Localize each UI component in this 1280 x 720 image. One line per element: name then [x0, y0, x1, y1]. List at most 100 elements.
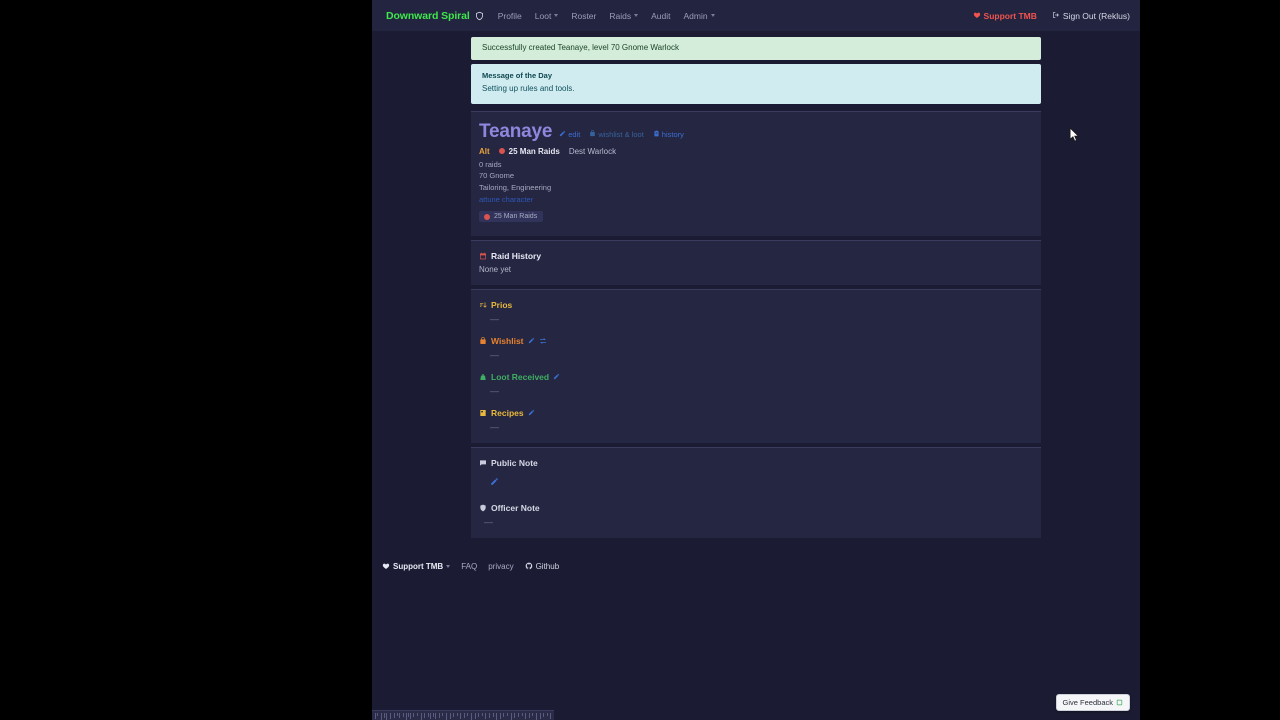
wishlist-body: —: [490, 349, 500, 360]
motd-body: Setting up rules and tools.: [482, 83, 575, 93]
comment-icon: [479, 459, 487, 467]
character-meta-row: Alt 25 Man Raids Dest Warlock: [479, 147, 1033, 156]
chevron-down-icon: [554, 14, 559, 17]
github-icon: [525, 562, 533, 572]
motd-title: Message of the Day: [482, 70, 553, 80]
shield-icon: [479, 504, 487, 512]
nav-links: Profile Loot Roster Raids Audit Admin: [498, 11, 715, 21]
raid-history-title: Raid History: [491, 250, 542, 261]
calendar-icon: [479, 252, 487, 260]
brand-logo[interactable]: Downward Spiral: [386, 10, 484, 22]
level-race: 70 Gnome: [479, 171, 515, 181]
chevron-down-icon: [446, 565, 451, 569]
public-note-edit-icon[interactable]: [479, 473, 1033, 491]
nav-item-label: Raids: [609, 10, 632, 21]
character-header-card: Teanaye edit wishlist & loot history Alt…: [471, 110, 1041, 236]
nav-right-group: Support TMB Sign Out (Reklus): [973, 11, 1130, 21]
prios-heading: Prios: [479, 300, 1033, 310]
pencil-icon: [559, 130, 566, 139]
support-tmb-link[interactable]: Support TMB: [973, 11, 1037, 21]
give-feedback-label: Give Feedback: [1062, 698, 1113, 707]
chevron-down-icon: [634, 14, 639, 17]
wishlist-section: Wishlist —: [479, 336, 1033, 360]
prios-body: —: [490, 313, 500, 324]
nav-item-label: Admin: [683, 10, 708, 21]
book-icon: [479, 409, 487, 417]
raid-history-heading: Raid History: [479, 251, 1033, 261]
backpack-icon: [479, 336, 487, 345]
public-note-title: Public Note: [491, 457, 538, 468]
wishlist-heading: Wishlist: [479, 336, 1033, 346]
loot-received-section: Loot Received —: [479, 372, 1033, 396]
professions: Tailoring, Engineering: [479, 182, 552, 192]
wishlist-loot-link[interactable]: wishlist & loot: [589, 129, 644, 139]
nav-item-label: Loot: [534, 10, 552, 21]
mouse-cursor: [1069, 127, 1080, 142]
raid-count: 0 raids: [479, 159, 502, 169]
page-footer: Support TMB FAQ privacy Github: [372, 562, 1140, 572]
wishlist-edit-icon[interactable]: [528, 337, 535, 344]
nav-item-label: Roster: [571, 10, 597, 21]
motd-alert: Message of the Day Setting up rules and …: [471, 63, 1041, 104]
raid-group-dot-icon: [498, 148, 505, 155]
prios-section: Prios —: [479, 300, 1033, 324]
wishlist-loot-label: wishlist & loot: [598, 129, 644, 139]
footer-privacy-link[interactable]: privacy: [488, 562, 513, 571]
footer-support-label: Support TMB: [393, 562, 444, 572]
footer-faq-link[interactable]: FAQ: [461, 562, 477, 571]
give-feedback-button[interactable]: Give Feedback: [1055, 694, 1130, 711]
main-content: Teanaye edit wishlist & loot history Alt…: [471, 108, 1041, 538]
footer-github-link[interactable]: Github: [525, 562, 559, 572]
success-alert-text: Successfully created Teanaye, level 70 G…: [482, 43, 679, 52]
wishlist-swap-icon[interactable]: [539, 337, 547, 345]
officer-note-body: —: [484, 516, 494, 527]
nav-item-raids[interactable]: Raids: [609, 10, 639, 21]
officer-note-section: Officer Note —: [479, 503, 1033, 527]
nav-item-label: Profile: [497, 10, 522, 21]
raid-group-badge[interactable]: 25 Man Raids: [479, 211, 544, 223]
raid-history-card: Raid History None yet: [471, 239, 1041, 285]
attune-character-link[interactable]: attune character: [479, 194, 1033, 206]
clipboard-icon: [653, 130, 660, 139]
loot-received-body: —: [490, 385, 500, 396]
loot-received-edit-icon[interactable]: [553, 373, 560, 380]
support-tmb-label: Support TMB: [983, 10, 1037, 21]
page-title: Teanaye: [479, 120, 553, 142]
loot-received-title: Loot Received: [491, 371, 550, 382]
nav-item-label: Audit: [651, 10, 671, 21]
bottom-status-strip[interactable]: [372, 710, 554, 720]
top-navbar: Downward Spiral Profile Loot Roster Raid…: [372, 0, 1140, 31]
nav-item-profile[interactable]: Profile: [498, 11, 522, 21]
notes-card: Public Note Officer Note —: [471, 446, 1041, 538]
footer-support-link[interactable]: Support TMB: [382, 562, 451, 572]
raid-badge-dot-icon: [484, 213, 490, 220]
bag-icon: [479, 373, 487, 381]
nav-item-admin[interactable]: Admin: [683, 10, 715, 21]
character-title-row: Teanaye edit wishlist & loot history: [479, 122, 1033, 141]
brand-label: Downward Spiral: [386, 9, 470, 22]
browser-viewport: Downward Spiral Profile Loot Roster Raid…: [372, 0, 1140, 720]
character-spec: Dest Warlock: [568, 146, 617, 156]
public-note-section: Public Note: [479, 458, 1033, 491]
recipes-heading: Recipes: [479, 408, 1033, 418]
officer-note-title: Officer Note: [491, 502, 540, 513]
prios-title: Prios: [491, 299, 513, 310]
history-link[interactable]: history: [653, 130, 684, 139]
raid-group-label: 25 Man Raids: [508, 146, 560, 156]
raid-group-tag[interactable]: 25 Man Raids: [498, 146, 560, 156]
sign-out-link[interactable]: Sign Out (Reklus): [1052, 11, 1130, 21]
wishlist-title: Wishlist: [491, 335, 524, 346]
edit-character-label: edit: [568, 129, 581, 139]
history-label: history: [661, 129, 684, 139]
edit-character-link[interactable]: edit: [559, 130, 580, 139]
nav-item-loot[interactable]: Loot: [535, 11, 559, 21]
character-action-links: edit wishlist & loot history: [559, 129, 684, 141]
nav-item-audit[interactable]: Audit: [651, 11, 670, 21]
recipes-body: —: [490, 421, 500, 432]
sign-out-icon: [1052, 11, 1060, 21]
nav-item-roster[interactable]: Roster: [571, 11, 596, 21]
loot-received-heading: Loot Received: [479, 372, 1033, 382]
recipes-section: Recipes —: [479, 408, 1033, 432]
recipes-edit-icon[interactable]: [528, 409, 535, 416]
heart-hands-icon: [973, 11, 981, 21]
